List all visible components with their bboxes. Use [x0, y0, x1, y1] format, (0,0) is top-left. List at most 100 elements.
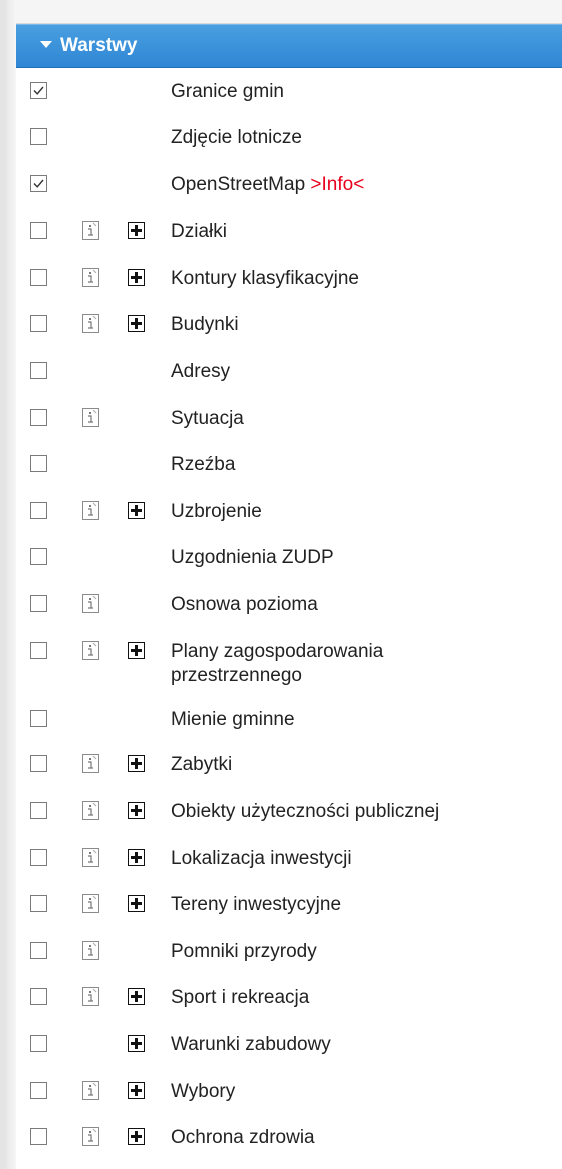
- layer-row: Mienie gminne: [16, 698, 562, 744]
- layer-label-text: Sport i rekreacja: [171, 987, 310, 1008]
- info-icon[interactable]: [82, 314, 99, 333]
- layer-label[interactable]: Zdjęcie lotnicze: [171, 126, 302, 150]
- expand-plus-icon[interactable]: [128, 642, 145, 659]
- layer-label[interactable]: Uzgodnienia ZUDP: [171, 546, 334, 570]
- expand-plus-icon[interactable]: [128, 849, 145, 866]
- info-glyph: [88, 642, 97, 656]
- expand-plus-icon[interactable]: [128, 315, 145, 332]
- info-icon[interactable]: [82, 987, 99, 1006]
- info-icon[interactable]: [82, 594, 99, 613]
- layer-checkbox[interactable]: [30, 802, 47, 819]
- info-glyph: [88, 895, 97, 909]
- expand-plus-icon[interactable]: [128, 988, 145, 1005]
- layer-label[interactable]: Wybory: [171, 1080, 235, 1104]
- layer-label[interactable]: Obiekty użyteczności publicznej: [171, 800, 439, 824]
- layer-label[interactable]: Pomniki przyrody: [171, 940, 317, 964]
- layer-checkbox[interactable]: [30, 128, 47, 145]
- layer-label-text: Działki: [171, 221, 227, 242]
- layer-row: Sport i rekreacja: [16, 976, 562, 1022]
- layer-checkbox[interactable]: [30, 455, 47, 472]
- info-icon[interactable]: [82, 848, 99, 867]
- layer-label[interactable]: Warunki zabudowy: [171, 1033, 331, 1057]
- layer-label-text: Uzbrojenie: [171, 501, 262, 522]
- layer-checkbox[interactable]: [30, 988, 47, 1005]
- layer-label-text: Zabytki: [171, 754, 233, 775]
- expand-plus-icon[interactable]: [128, 1035, 145, 1052]
- layer-checkbox[interactable]: [30, 502, 47, 519]
- layer-label[interactable]: Mienie gminne: [171, 708, 295, 732]
- layer-label[interactable]: Uzbrojenie: [171, 500, 262, 524]
- layer-label[interactable]: Zabytki: [171, 753, 232, 777]
- layer-row: Działki: [16, 210, 562, 256]
- layer-checkbox[interactable]: [30, 849, 47, 866]
- info-icon[interactable]: [82, 641, 99, 660]
- layer-label[interactable]: Sytuacja: [171, 407, 244, 431]
- expand-plus-icon[interactable]: [128, 222, 145, 239]
- layer-label[interactable]: Ochrona zdrowia: [171, 1126, 315, 1150]
- info-icon[interactable]: [82, 1081, 99, 1100]
- info-icon[interactable]: [82, 501, 99, 520]
- checkmark-icon: [33, 179, 44, 188]
- info-icon[interactable]: [82, 1127, 99, 1146]
- expand-plus-icon[interactable]: [128, 755, 145, 772]
- layer-checkbox[interactable]: [30, 175, 47, 192]
- layer-checkbox[interactable]: [30, 362, 47, 379]
- layer-row: Tereny inwestycyjne: [16, 883, 562, 929]
- info-icon[interactable]: [82, 941, 99, 960]
- info-icon[interactable]: [82, 268, 99, 287]
- layer-checkbox[interactable]: [30, 82, 47, 99]
- layer-label-text: Wybory: [171, 1081, 236, 1102]
- layer-checkbox[interactable]: [30, 222, 47, 239]
- layer-checkbox[interactable]: [30, 1128, 47, 1145]
- layer-label[interactable]: Sport i rekreacja: [171, 986, 309, 1010]
- layer-label[interactable]: Lokalizacja inwestycji: [171, 847, 352, 871]
- layer-checkbox[interactable]: [30, 548, 47, 565]
- layer-checkbox[interactable]: [30, 755, 47, 772]
- layer-checkbox[interactable]: [30, 595, 47, 612]
- layer-row: Warunki zabudowy: [16, 1023, 562, 1069]
- info-glyph: [88, 942, 97, 956]
- info-icon[interactable]: [82, 408, 99, 427]
- info-icon[interactable]: [82, 894, 99, 913]
- layer-label[interactable]: OpenStreetMap >Info<: [171, 173, 364, 197]
- layer-label[interactable]: Działki: [171, 220, 227, 244]
- layer-row: Kontury klasyfikacyjne: [16, 257, 562, 303]
- layer-info-link[interactable]: >Info<: [310, 174, 364, 195]
- layer-checkbox[interactable]: [30, 409, 47, 426]
- layer-label[interactable]: Rzeźba: [171, 453, 235, 477]
- layers-panel-header[interactable]: Warstwy: [16, 24, 562, 68]
- layer-label-text: Adresy: [171, 361, 231, 382]
- expand-plus-icon[interactable]: [128, 1128, 145, 1145]
- layer-checkbox[interactable]: [30, 315, 47, 332]
- layer-row: Granice gmin: [16, 70, 562, 116]
- layer-checkbox[interactable]: [30, 1035, 47, 1052]
- layer-row: Ochrona zdrowia: [16, 1116, 562, 1162]
- layer-row: Zabytki: [16, 743, 562, 789]
- layer-checkbox[interactable]: [30, 1082, 47, 1099]
- info-icon[interactable]: [82, 221, 99, 240]
- layer-label[interactable]: Adresy: [171, 360, 230, 384]
- layer-row: Obiekty użyteczności publicznej: [16, 790, 562, 836]
- expand-plus-icon[interactable]: [128, 502, 145, 519]
- expand-plus-icon[interactable]: [128, 269, 145, 286]
- info-icon[interactable]: [82, 754, 99, 773]
- layer-label[interactable]: Plany zagospodarowania przestrzennego: [171, 640, 441, 688]
- layer-checkbox[interactable]: [30, 942, 47, 959]
- layer-label[interactable]: Granice gmin: [171, 80, 284, 104]
- top-strip: [16, 0, 562, 24]
- layer-checkbox[interactable]: [30, 642, 47, 659]
- info-glyph: [88, 269, 97, 283]
- layer-checkbox[interactable]: [30, 269, 47, 286]
- expand-plus-icon[interactable]: [128, 1082, 145, 1099]
- layer-row: Zdjęcie lotnicze: [16, 116, 562, 162]
- layer-label[interactable]: Osnowa pozioma: [171, 593, 318, 617]
- layer-checkbox[interactable]: [30, 710, 47, 727]
- layer-label[interactable]: Budynki: [171, 313, 239, 337]
- layer-checkbox[interactable]: [30, 895, 47, 912]
- info-icon[interactable]: [82, 801, 99, 820]
- layer-label[interactable]: Kontury klasyfikacyjne: [171, 267, 359, 291]
- layer-label[interactable]: Tereny inwestycyjne: [171, 893, 341, 917]
- caret-down-icon[interactable]: [40, 41, 52, 48]
- expand-plus-icon[interactable]: [128, 895, 145, 912]
- expand-plus-icon[interactable]: [128, 802, 145, 819]
